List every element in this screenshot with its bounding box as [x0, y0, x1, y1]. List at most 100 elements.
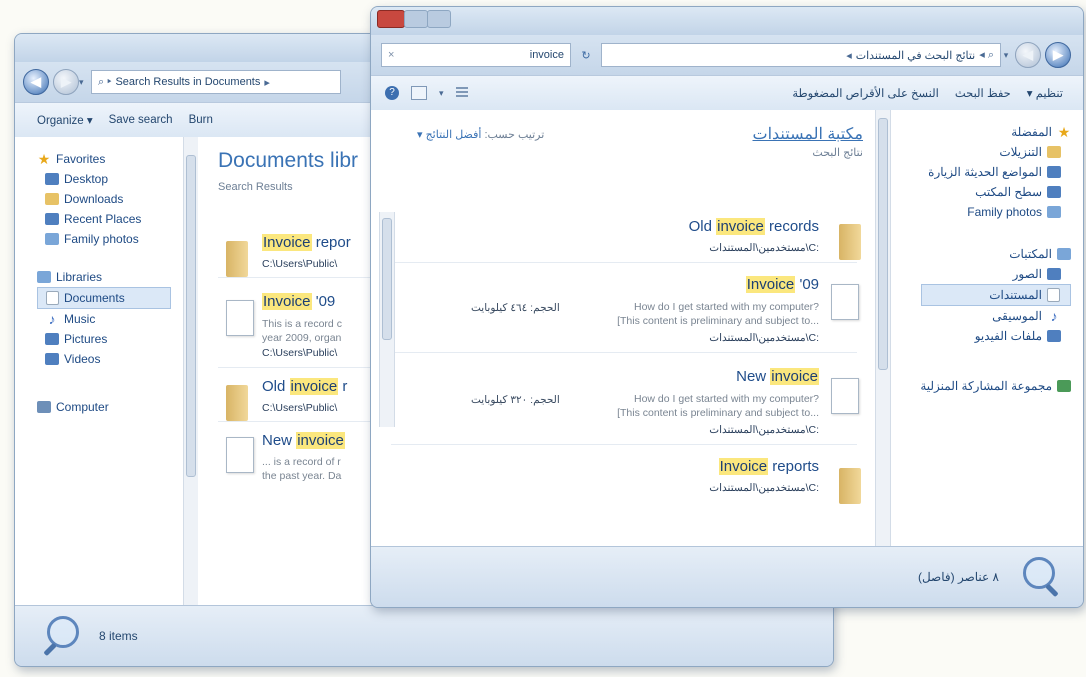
forward-arrow-icon: ▶ — [61, 74, 71, 89]
result-title: Invoice '09 — [745, 276, 819, 293]
maximize-button[interactable] — [404, 10, 428, 28]
recent-pages-dropdown-icon[interactable]: ▾ — [79, 77, 85, 88]
results-pane: مكتبة المستندات نتائج البحث ترتيب حسب: أ… — [371, 110, 877, 547]
title-bar[interactable] — [371, 7, 1083, 35]
scrollbar-thumb[interactable] — [382, 218, 392, 340]
recent-pages-dropdown-icon[interactable]: ▾ — [1001, 50, 1011, 61]
nav-computer[interactable]: Computer — [37, 397, 183, 417]
help-icon[interactable]: ? — [385, 86, 399, 100]
document-icon — [226, 437, 254, 473]
nav-label: Desktop — [64, 172, 109, 186]
nav-favorites[interactable]: ★ المفضلة — [891, 122, 1071, 142]
nav-label: المكتبات — [1009, 247, 1052, 261]
divider — [391, 444, 857, 445]
organize-button[interactable]: تنظيم ▾ — [1019, 82, 1071, 104]
forward-button[interactable]: ◀ — [1015, 42, 1041, 68]
nav-label: Family photos — [967, 205, 1042, 219]
nav-libraries[interactable]: المكتبات — [891, 244, 1071, 264]
nav-label: الموسيقى — [992, 309, 1042, 323]
result-title: Old invoice r — [262, 378, 348, 395]
result-title: Invoice '09 — [262, 293, 336, 310]
burn-button[interactable]: النسخ على الأقراص المضغوطة — [784, 82, 947, 104]
nav-recent-places[interactable]: Recent Places — [37, 209, 183, 229]
back-button[interactable]: ▶ — [1045, 42, 1071, 68]
downloads-folder-icon — [1047, 146, 1061, 158]
organize-button[interactable]: Organize ▾ — [29, 109, 101, 131]
back-arrow-icon: ◀ — [31, 74, 41, 89]
address-bar[interactable]: ⌕ ◂ نتائج البحث في المستندات ◂ — [601, 43, 1001, 67]
nav-documents[interactable]: Documents — [37, 287, 171, 309]
result-path: C:\Users\Public\ — [262, 258, 338, 270]
result-title: New invoice — [736, 368, 819, 385]
nav-pictures[interactable]: Pictures — [37, 329, 183, 349]
saved-search-icon — [45, 233, 59, 245]
search-results-icon: ⌕ ▸ — [98, 75, 112, 88]
folder-icon — [226, 241, 248, 277]
item-count: 8 items — [99, 629, 138, 643]
nav-videos[interactable]: Videos — [37, 349, 183, 369]
result-snippet: How do I get started with my computer? — [634, 301, 819, 313]
nav-homegroup[interactable]: مجموعة المشاركة المنزلية — [891, 376, 1071, 396]
nav-desktop[interactable]: سطح المكتب — [891, 182, 1071, 202]
scrollbar-thumb[interactable] — [878, 118, 888, 370]
nav-downloads[interactable]: Downloads — [37, 189, 183, 209]
change-view-icon[interactable] — [455, 87, 468, 99]
nav-videos[interactable]: ملفات الفيديو — [891, 326, 1071, 346]
divider — [391, 262, 857, 263]
address-bar[interactable]: ⌕ ▸ Search Results in Documents ▸ — [91, 70, 341, 94]
search-box[interactable]: × invoice — [381, 43, 571, 67]
result-path: C:\Users\Public\ — [262, 402, 338, 414]
nav-desktop[interactable]: Desktop — [37, 169, 183, 189]
arrange-by[interactable]: ترتيب حسب: أفضل النتائج ▾ — [417, 128, 544, 141]
preview-pane-icon[interactable] — [411, 86, 427, 100]
nav-family-photos[interactable]: Family photos — [891, 202, 1071, 222]
nav-libraries[interactable]: Libraries — [37, 267, 183, 287]
scrollbar-thumb[interactable] — [186, 155, 196, 477]
breadcrumb-chevron-icon: ▸ — [264, 76, 270, 89]
back-arrow-icon: ▶ — [1053, 47, 1063, 62]
nav-documents[interactable]: المستندات — [921, 284, 1071, 306]
result-snippet: [This content is preliminary and subject… — [617, 315, 819, 327]
search-clear-icon[interactable]: × — [388, 49, 394, 61]
library-title: Documents libr — [218, 149, 359, 172]
arrange-by-label: ترتيب حسب: — [484, 129, 545, 141]
refresh-icon[interactable]: ↻ — [571, 49, 601, 62]
videos-icon — [1047, 330, 1061, 342]
nav-family-photos[interactable]: Family photos — [37, 229, 183, 249]
nav-pictures[interactable]: الصور — [891, 264, 1071, 284]
result-size: الحجم: ٣٢٠ كيلوبايت — [471, 394, 560, 406]
nav-downloads[interactable]: التنزيلات — [891, 142, 1071, 162]
nav-music[interactable]: ♪ Music — [37, 309, 183, 329]
nav-label: Downloads — [64, 192, 124, 206]
save-search-button[interactable]: Save search — [101, 110, 181, 130]
nav-scrollbar[interactable] — [875, 110, 891, 547]
nav-favorites[interactable]: ★ Favorites — [37, 149, 183, 169]
back-button[interactable]: ◀ — [23, 69, 49, 95]
nav-label: Music — [64, 312, 96, 326]
nav-label: سطح المكتب — [975, 185, 1042, 199]
address-text: نتائج البحث في المستندات — [855, 49, 976, 62]
forward-button[interactable]: ▶ — [53, 69, 79, 95]
desktop-icon — [1047, 186, 1061, 198]
minimize-button[interactable] — [427, 10, 451, 28]
nav-label: التنزيلات — [999, 145, 1042, 159]
navigation-bar: × invoice ↻ ⌕ ◂ نتائج البحث في المستندات… — [371, 35, 1083, 75]
navigation-pane: ★ Favorites Desktop Downloads Recent Plac… — [15, 137, 183, 606]
save-search-button[interactable]: حفظ البحث — [947, 82, 1019, 104]
nav-music[interactable]: ♪ الموسيقى — [891, 306, 1071, 326]
nav-recent-places[interactable]: المواضع الحديثة الزيارة — [891, 162, 1071, 182]
burn-button[interactable]: Burn — [181, 110, 221, 130]
nav-label: Libraries — [56, 270, 103, 284]
arrange-by-dropdown[interactable]: أفضل النتائج ▾ — [417, 129, 481, 141]
details-pane: 8 items — [15, 605, 833, 666]
nav-label: Videos — [64, 352, 101, 366]
views-dropdown-icon[interactable]: ▾ — [439, 88, 444, 99]
close-button[interactable] — [377, 10, 405, 28]
result-snippet: [This content is preliminary and subject… — [617, 407, 819, 419]
nav-scrollbar[interactable] — [183, 137, 199, 606]
folder-icon — [226, 385, 248, 421]
result-path: C:\Users\Public\ — [262, 347, 338, 359]
results-scrollbar[interactable] — [379, 212, 395, 427]
details-pane: ٨ عناصر (فاصل) — [371, 546, 1083, 607]
search-input[interactable]: invoice — [530, 49, 564, 61]
